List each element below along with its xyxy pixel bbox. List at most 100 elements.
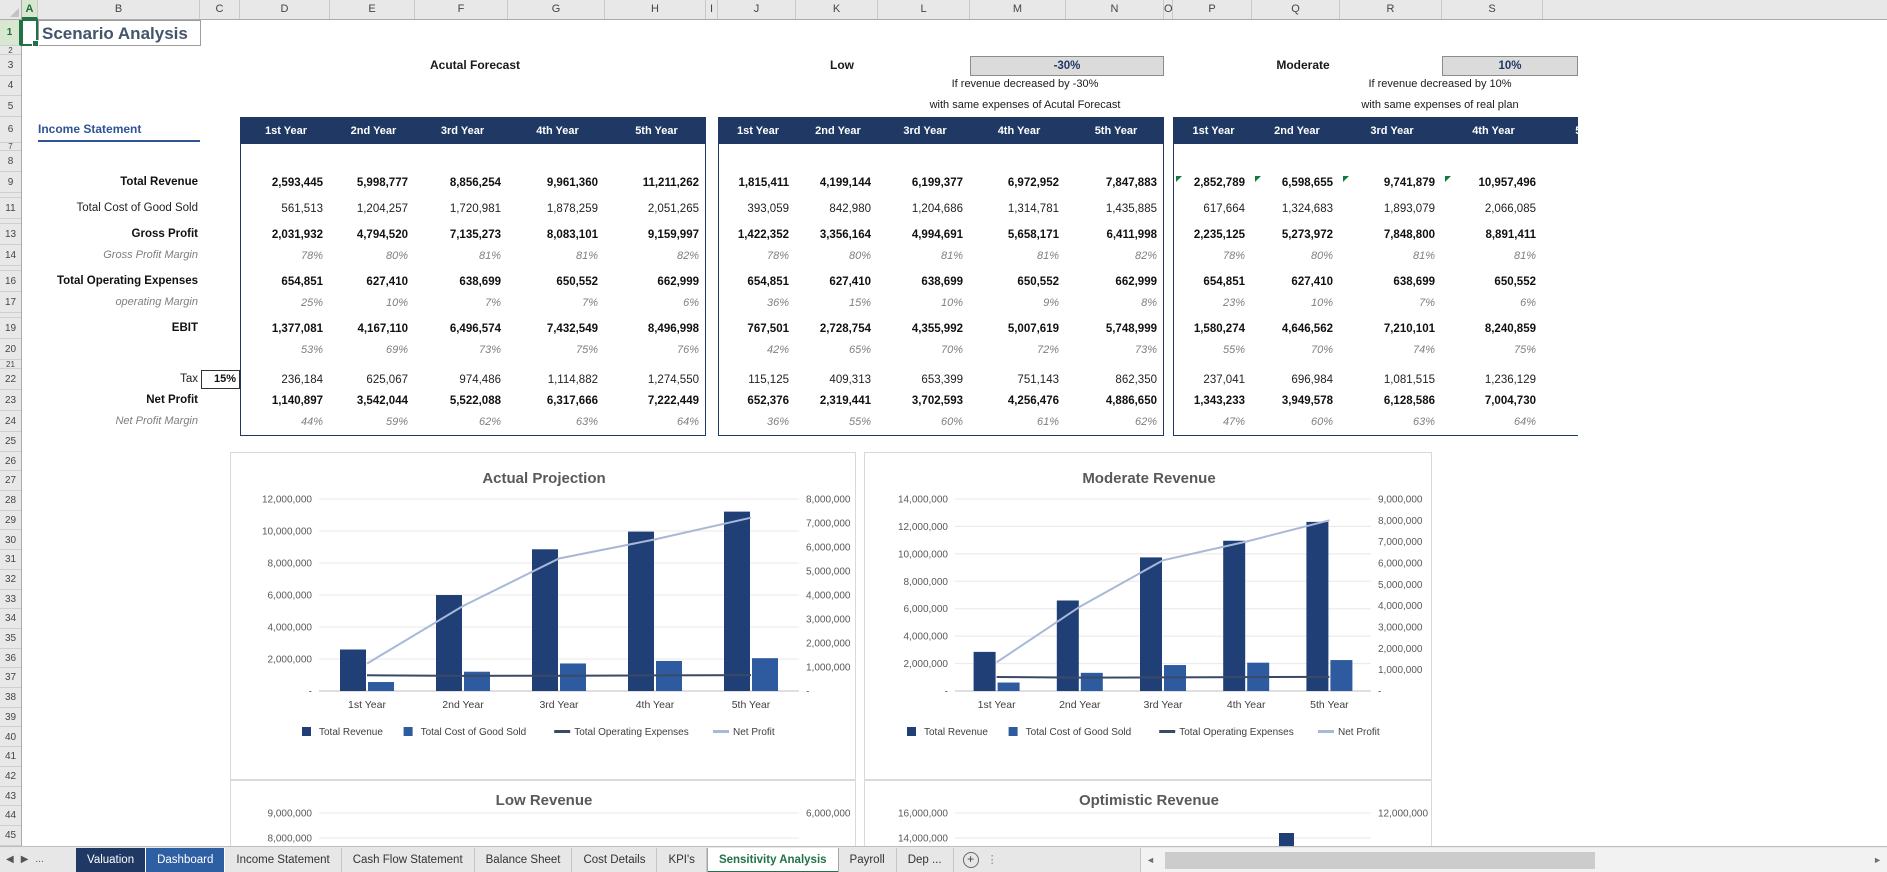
row-label-net-profit[interactable]: Net Profit	[30, 390, 198, 411]
row-header-35[interactable]: 35	[0, 629, 21, 649]
table-cell[interactable]: 6%	[1443, 293, 1544, 314]
table-cell[interactable]: 7%	[1341, 293, 1443, 314]
tabs-next-icon[interactable]: ▶	[21, 854, 29, 865]
low-adjustment-input[interactable]: -30%	[970, 56, 1164, 76]
table-cell[interactable]: 81%	[1341, 246, 1443, 267]
column-header-D[interactable]: D	[240, 0, 330, 19]
row-header-6[interactable]: 6	[0, 117, 21, 143]
table-cell[interactable]: 1,314,781	[971, 199, 1067, 220]
table-cell[interactable]: 638,699	[416, 272, 509, 293]
year-column-header[interactable]: 4th Year	[971, 118, 1067, 144]
table-cell[interactable]: 1,274,550	[606, 370, 705, 391]
table-cell[interactable]: 75%	[509, 340, 606, 361]
row-header-43[interactable]: 43	[0, 787, 21, 807]
row-header-36[interactable]: 36	[0, 649, 21, 669]
column-header-I[interactable]: I	[706, 0, 718, 19]
column-header-L[interactable]: L	[878, 0, 970, 19]
table-cell[interactable]	[1544, 391, 1578, 412]
row-label-operating-margin[interactable]: operating Margin	[30, 292, 198, 313]
row-header-44[interactable]: 44	[0, 806, 21, 826]
table-cell[interactable]: 75%	[1443, 340, 1544, 361]
sheet-tab-payroll[interactable]: Payroll	[839, 848, 897, 872]
table-cell[interactable]: 72%	[971, 340, 1067, 361]
table-cell[interactable]: 236,184	[241, 370, 331, 391]
chart-moderate-revenue[interactable]: Moderate Revenue - 2,000,000 4,000,000 6,000…	[864, 452, 1432, 780]
table-cell[interactable]: 55%	[1174, 340, 1253, 361]
table-cell[interactable]: 6,199,377	[879, 173, 971, 194]
row-header-37[interactable]: 37	[0, 668, 21, 689]
add-sheet-button[interactable]: +	[962, 852, 979, 868]
select-all-corner[interactable]	[0, 0, 22, 20]
table-cell[interactable]: 8,496,998	[606, 319, 705, 340]
table-cell[interactable]: 627,410	[1253, 272, 1341, 293]
row-label-gross-profit[interactable]: Gross Profit	[30, 224, 198, 245]
table-cell[interactable]: 4,256,476	[971, 391, 1067, 412]
row-header-25[interactable]: 25	[0, 432, 21, 452]
sheet-tab-sensitivity-analysis[interactable]: Sensitivity Analysis	[706, 848, 839, 872]
sheet-tab-cost-details[interactable]: Cost Details	[572, 848, 658, 872]
table-cell[interactable]: 650,552	[971, 272, 1067, 293]
table-cell[interactable]: 627,410	[331, 272, 416, 293]
row-header-34[interactable]: 34	[0, 609, 21, 629]
table-cell[interactable]: 8,856,254	[416, 173, 509, 194]
table-cell[interactable]: 767,501	[719, 319, 797, 340]
scroll-left-icon[interactable]: ◄	[1146, 848, 1155, 872]
table-cell[interactable]: 3,542,044	[331, 391, 416, 412]
sheet-tab-kpi-s[interactable]: KPI's	[657, 848, 707, 872]
row-header-22[interactable]: 22	[0, 369, 21, 390]
table-cell[interactable]: 7,210,101	[1341, 319, 1443, 340]
table-cell[interactable]: 652,376	[719, 391, 797, 412]
column-header-K[interactable]: K	[796, 0, 878, 19]
table-cell[interactable]: 9,159,997	[606, 225, 705, 246]
row-header-31[interactable]: 31	[0, 550, 21, 570]
table-cell[interactable]: 7,847,883	[1067, 173, 1163, 194]
table-cell[interactable]: 1,324,683	[1253, 199, 1341, 220]
table-cell[interactable]: 650,552	[1443, 272, 1544, 293]
column-header-N[interactable]: N	[1066, 0, 1164, 19]
row-header-8[interactable]: 8	[0, 151, 21, 172]
table-cell[interactable]: 5,748,999	[1067, 319, 1163, 340]
table-cell[interactable]: 47%	[1174, 412, 1253, 433]
year-column-header[interactable]: 2nd Year	[1253, 118, 1341, 144]
table-cell[interactable]: 1,204,257	[331, 199, 416, 220]
row-header-24[interactable]: 24	[0, 411, 21, 432]
row-header-45[interactable]: 45	[0, 826, 21, 846]
table-cell[interactable]: 82%	[1067, 246, 1163, 267]
sheet-tab-balance-sheet[interactable]: Balance Sheet	[475, 848, 573, 872]
row-header-7[interactable]: 7	[0, 143, 21, 151]
table-cell[interactable]: 82%	[606, 246, 705, 267]
table-cell[interactable]: 862,350	[1067, 370, 1163, 391]
row-header-4[interactable]: 4	[0, 76, 21, 96]
row-header-21[interactable]: 21	[0, 360, 21, 369]
table-cell[interactable]: 70%	[1253, 340, 1341, 361]
table-cell[interactable]	[1544, 173, 1578, 194]
table-cell[interactable]: 63%	[509, 412, 606, 433]
table-cell[interactable]: 6,972,952	[971, 173, 1067, 194]
table-cell[interactable]: 751,143	[971, 370, 1067, 391]
year-column-header[interactable]: 2nd Year	[797, 118, 879, 144]
table-cell[interactable]	[1544, 272, 1578, 293]
row-header-20[interactable]: 20	[0, 339, 21, 360]
table-cell[interactable]: 55%	[797, 412, 879, 433]
table-cell[interactable]: 59%	[331, 412, 416, 433]
row-label-net-profit-margin[interactable]: Net Profit Margin	[30, 411, 198, 432]
table-cell[interactable]: 78%	[719, 246, 797, 267]
table-cell[interactable]: 4,886,650	[1067, 391, 1163, 412]
table-cell[interactable]: 2,031,932	[241, 225, 331, 246]
horizontal-scrollbar[interactable]: ◄ ►	[1140, 848, 1887, 872]
column-header-M[interactable]: M	[970, 0, 1066, 19]
table-cell[interactable]: 10,957,496	[1443, 173, 1544, 194]
row-label-tax[interactable]: Tax	[30, 369, 198, 390]
table-cell[interactable]: 81%	[509, 246, 606, 267]
table-cell[interactable]: 9%	[971, 293, 1067, 314]
row-header-23[interactable]: 23	[0, 390, 21, 411]
table-cell[interactable]: 974,486	[416, 370, 509, 391]
table-cell[interactable]: 61%	[971, 412, 1067, 433]
table-cell[interactable]: 654,851	[241, 272, 331, 293]
table-cell[interactable]: 78%	[241, 246, 331, 267]
table-cell[interactable]: 6,411,998	[1067, 225, 1163, 246]
column-header-O[interactable]: O	[1164, 0, 1173, 19]
row-label-ebit[interactable]: EBIT	[30, 318, 198, 339]
table-cell[interactable]: 1,114,882	[509, 370, 606, 391]
year-column-header[interactable]: 2nd Year	[331, 118, 416, 144]
